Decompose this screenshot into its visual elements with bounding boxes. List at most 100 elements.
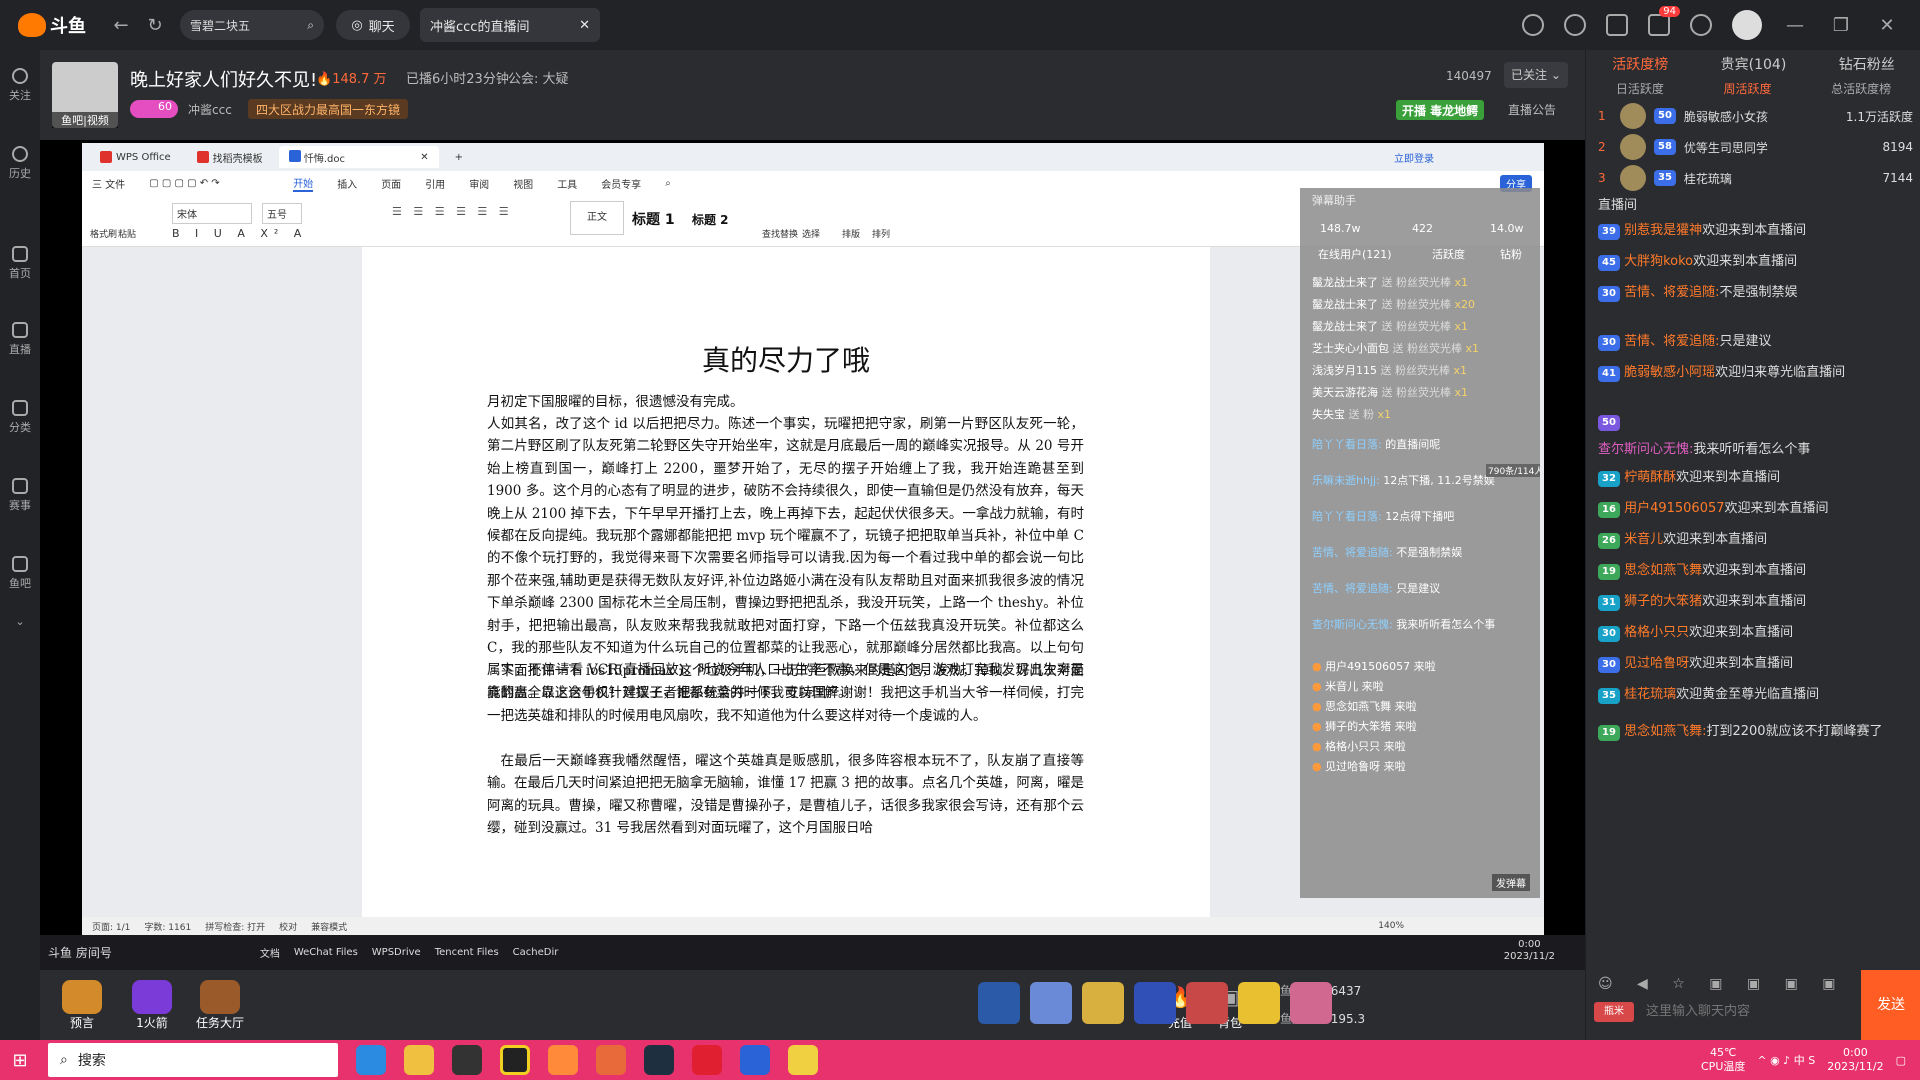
- settings-icon[interactable]: [1690, 14, 1712, 36]
- font-size-select[interactable]: 五号: [262, 203, 302, 224]
- douyu-app-icon[interactable]: [548, 1045, 578, 1075]
- sidebar-item-follow[interactable]: 关注: [0, 68, 40, 103]
- menu-tools[interactable]: 工具: [557, 176, 577, 191]
- fan-badge-select[interactable]: 瓶米: [1594, 1002, 1634, 1022]
- sidebar-item-home[interactable]: 首页: [0, 246, 40, 281]
- paragraph-buttons[interactable]: ☰ ☰ ☰ ☰ ☰ ☰: [392, 205, 513, 218]
- room-tab[interactable]: 冲酱ccc的直播间 ✕: [420, 8, 600, 42]
- chat-user[interactable]: 狮子的大笨猪: [1624, 594, 1702, 609]
- chat-message[interactable]: 45 大胖狗koko欢迎来到本直播间: [1598, 252, 1913, 271]
- menu-file[interactable]: 三 文件: [92, 176, 125, 191]
- chat-message[interactable]: 19 思念如燕飞舞:打到2200就应该不打巅峰赛了: [1598, 722, 1913, 741]
- tray-icons[interactable]: ^ ◉ ♪ 中 S: [1757, 1052, 1815, 1068]
- netease-music-icon[interactable]: [692, 1045, 722, 1075]
- minimize-icon[interactable]: —: [1782, 15, 1808, 36]
- gift-item[interactable]: [1290, 982, 1332, 1024]
- chat-user[interactable]: 见过哈鲁呀: [1624, 656, 1689, 671]
- arrange-button[interactable]: 排列: [872, 227, 890, 240]
- windows-start-icon[interactable]: ⊞: [0, 1050, 40, 1071]
- sidebar-item-category[interactable]: 分类: [0, 400, 40, 435]
- fan-level-badge[interactable]: 60: [130, 100, 178, 118]
- app-icon[interactable]: [596, 1045, 626, 1075]
- chat-user[interactable]: 脆弱敏感小阿瑶: [1624, 365, 1715, 380]
- danmu-send-button[interactable]: 发弹幕: [1492, 874, 1530, 891]
- rank-avatar[interactable]: [1620, 134, 1646, 160]
- rank-avatar[interactable]: [1620, 103, 1646, 129]
- danmu-user[interactable]: 陪丫丫看日落:: [1312, 510, 1382, 523]
- chat-user[interactable]: 思念如燕飞舞:: [1624, 724, 1706, 739]
- app-icon[interactable]: [788, 1045, 818, 1075]
- rank-row[interactable]: 3 35 桂花琉璃 7144: [1598, 160, 1913, 196]
- tab-vip[interactable]: 贵宾(104): [1721, 54, 1787, 74]
- event-badge[interactable]: 开播 毒龙地鳄: [1396, 100, 1485, 120]
- close-icon[interactable]: ✕: [579, 18, 590, 33]
- tab-diamond-fans[interactable]: 钻石粉丝: [1839, 54, 1895, 74]
- danmu-assistant-panel[interactable]: 弹幕助手 148.7w 422 14.0w 在线用户(121) 活跃度 钻粉 鬣…: [1300, 188, 1540, 898]
- rocket-button[interactable]: 1火箭: [122, 980, 182, 1030]
- rank-name[interactable]: 优等生司思同学: [1684, 139, 1875, 156]
- gift-item[interactable]: [978, 982, 1020, 1024]
- chat-message[interactable]: 31 狮子的大笨猪欢迎来到本直播间: [1598, 592, 1913, 611]
- chat-message[interactable]: 查尔斯问心无愧:我来听听看怎么个事: [1598, 440, 1913, 459]
- sidebar-item-live[interactable]: 直播: [0, 322, 40, 357]
- chat-user[interactable]: 苦情、将爱追随:: [1624, 334, 1719, 349]
- gift-user[interactable]: 浅浅岁月115: [1312, 364, 1377, 377]
- chat-message[interactable]: 41 脆弱敏感小阿瑶欢迎归来尊光临直播间: [1598, 363, 1913, 382]
- notification-icon[interactable]: ▢: [1896, 1054, 1906, 1067]
- chat-user[interactable]: 柠萌酥酥: [1624, 470, 1676, 485]
- notice-button[interactable]: 直播公告: [1508, 101, 1556, 118]
- gift-user[interactable]: 鬣龙战士来了: [1312, 276, 1378, 289]
- back-icon[interactable]: ←: [108, 15, 134, 36]
- search-icon[interactable]: ⌕: [307, 18, 314, 33]
- menu-page[interactable]: 页面: [381, 176, 401, 191]
- add-tab-icon[interactable]: +: [445, 146, 473, 168]
- menu-reference[interactable]: 引用: [425, 176, 445, 191]
- danmu-user[interactable]: 乐嘛未逝hhjj:: [1312, 474, 1380, 487]
- chat-message[interactable]: 直播间: [1598, 196, 1913, 215]
- chat-button[interactable]: ◎ 聊天: [336, 10, 410, 40]
- chat-user[interactable]: 格格小只只: [1624, 625, 1689, 640]
- style-heading2[interactable]: 标题 2: [692, 211, 729, 228]
- danmu-tab-diamond[interactable]: 钻粉: [1500, 246, 1522, 262]
- edge-icon[interactable]: [356, 1045, 386, 1075]
- window-close-icon[interactable]: ✕: [1874, 15, 1900, 36]
- sidebar-item-fishbar[interactable]: 鱼吧: [0, 556, 40, 591]
- menu-home[interactable]: 开始: [293, 175, 314, 192]
- select-button[interactable]: 选择: [802, 227, 820, 240]
- message-icon[interactable]: 94: [1648, 6, 1680, 36]
- chat-user[interactable]: 思念如燕飞舞: [1624, 563, 1702, 578]
- menu-member[interactable]: 会员专享: [601, 176, 641, 191]
- emoji-toolbar[interactable]: ☺ ◀ ☆ ▣ ▣ ▣ ▣ ▣: [1598, 976, 1883, 992]
- sidebar-item-events[interactable]: 赛事: [0, 478, 40, 513]
- chat-message[interactable]: 30 苦情、将爱追随:不是强制禁娱: [1598, 283, 1913, 302]
- streamer-avatar[interactable]: 鱼吧|视频: [52, 62, 118, 128]
- streamer-name[interactable]: 冲酱ccc: [188, 101, 232, 118]
- chat-user[interactable]: 别惹我是獾神: [1624, 223, 1702, 238]
- wps-tab-doc[interactable]: 忏悔.doc ✕: [278, 146, 439, 168]
- gift-item[interactable]: [1134, 982, 1176, 1024]
- danmu-user[interactable]: 查尔斯问心无愧:: [1312, 618, 1393, 631]
- history-icon[interactable]: [1522, 14, 1544, 36]
- rank-name[interactable]: 脆弱敏感小女孩: [1684, 108, 1838, 125]
- chat-input[interactable]: [1646, 998, 1836, 1024]
- send-button[interactable]: 发送: [1861, 970, 1920, 1040]
- chat-user[interactable]: 苦情、将爱追随:: [1624, 285, 1719, 300]
- paste-button[interactable]: 粘贴: [118, 227, 136, 240]
- task-icon[interactable]: [1606, 14, 1628, 36]
- chat-user[interactable]: 用户491506057: [1624, 501, 1724, 516]
- close-icon[interactable]: ✕: [420, 152, 428, 163]
- menu-view[interactable]: 视图: [513, 176, 533, 191]
- gift-item[interactable]: [1186, 982, 1228, 1024]
- app-icon[interactable]: [452, 1045, 482, 1075]
- task-hall-button[interactable]: 任务大厅: [190, 980, 250, 1030]
- avatar-tag[interactable]: 鱼吧|视频: [52, 112, 118, 128]
- refresh-icon[interactable]: ↻: [142, 15, 168, 36]
- follow-button[interactable]: 已关注 ⌄: [1504, 62, 1568, 88]
- sidebar-item-history[interactable]: 历史: [0, 146, 40, 181]
- gift-user[interactable]: 鬣龙战士来了: [1312, 320, 1378, 333]
- chat-message[interactable]: 39 别惹我是獾神欢迎来到本直播间: [1598, 221, 1913, 240]
- chat-message[interactable]: 26 米音儿欢迎来到本直播间: [1598, 530, 1913, 549]
- word-icon[interactable]: [740, 1045, 770, 1075]
- chat-user[interactable]: 米音儿: [1624, 532, 1663, 547]
- danmu-tab-online[interactable]: 在线用户(121): [1318, 246, 1392, 262]
